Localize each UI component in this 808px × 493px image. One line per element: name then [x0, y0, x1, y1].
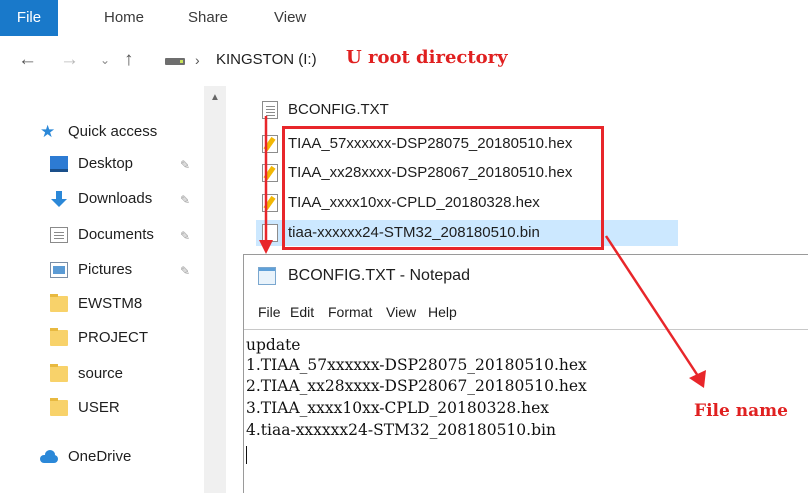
text-caret [246, 446, 247, 464]
nav-item-label: Desktop [78, 155, 134, 172]
tab-share[interactable]: Share [188, 0, 228, 36]
download-icon [50, 191, 68, 207]
nav-item-label: OneDrive [68, 448, 132, 465]
menu-edit[interactable]: Edit [290, 297, 314, 327]
up-arrow-icon[interactable]: ↑ [124, 46, 134, 74]
tab-view[interactable]: View [274, 0, 306, 36]
file-item-bconfig[interactable]: BCONFIG.TXT [256, 97, 436, 123]
tab-file[interactable]: File [0, 0, 58, 36]
folder-icon [50, 328, 68, 346]
text-line: 2.TIAA_xx28xxxx-DSP28067_20180510.hex [246, 377, 587, 395]
notepad-icon [258, 267, 276, 285]
hex-file-icon [262, 194, 278, 212]
breadcrumb-location[interactable]: KINGSTON (I:) [216, 46, 317, 74]
nav-item-label: Pictures [78, 261, 133, 278]
pictures-icon [50, 262, 68, 278]
folder-icon [50, 398, 68, 416]
nav-item-label: USER [78, 399, 120, 416]
tab-home[interactable]: Home [104, 0, 144, 36]
hex-files-highlight-box [282, 126, 604, 250]
nav-item-label: PROJECT [78, 329, 149, 346]
usb-drive-icon [165, 58, 185, 65]
text-line: 3.TIAA_xxxx10xx-CPLD_20180328.hex [246, 399, 549, 417]
nav-item-label: Documents [78, 226, 154, 243]
navigation-pane: ★ Quick access Desktop Downloads Documen… [0, 86, 210, 493]
file-name: BCONFIG.TXT [288, 101, 389, 118]
bin-file-icon [262, 224, 278, 242]
documents-icon [50, 227, 68, 243]
back-arrow-icon[interactable]: ← [18, 46, 37, 74]
menu-help[interactable]: Help [428, 297, 457, 327]
pin-icon[interactable]: ✎ [180, 193, 190, 207]
notepad-title-bar[interactable]: BCONFIG.TXT - Notepad [244, 255, 808, 297]
menu-view[interactable]: View [386, 297, 416, 327]
folder-icon [50, 364, 68, 382]
nav-item-label: Quick access [68, 123, 158, 140]
pin-icon[interactable]: ✎ [180, 264, 190, 278]
forward-arrow-icon[interactable]: → [60, 46, 79, 74]
text-line: update [246, 336, 301, 354]
cloud-icon [40, 449, 58, 465]
star-icon: ★ [40, 122, 56, 141]
menu-file[interactable]: File [258, 297, 281, 327]
notepad-menu-bar: File Edit Format View Help [244, 297, 808, 327]
ribbon-tabs: File Home Share View [0, 0, 808, 36]
recent-locations-chevron-icon[interactable]: ⌄ [100, 46, 110, 74]
hex-file-icon [262, 164, 278, 182]
text-file-icon [262, 101, 278, 119]
pin-icon[interactable]: ✎ [180, 229, 190, 243]
notepad-title: BCONFIG.TXT - Notepad [288, 267, 470, 284]
file-name-annotation: File name [694, 401, 788, 421]
notepad-window: BCONFIG.TXT - Notepad File Edit Format V… [243, 254, 808, 493]
text-line: 1.TIAA_57xxxxxx-DSP28075_20180510.hex [246, 356, 587, 374]
root-directory-annotation: U root directory [346, 47, 508, 68]
nav-item-label: EWSTM8 [78, 295, 143, 312]
menu-format[interactable]: Format [328, 297, 372, 327]
breadcrumb-separator-icon: › [195, 52, 200, 68]
nav-item-label: Downloads [78, 190, 153, 207]
pin-icon[interactable]: ✎ [180, 158, 190, 172]
scroll-up-icon[interactable]: ▲ [210, 92, 220, 103]
address-bar: ← → ⌄ ↑ › KINGSTON (I:) U root directory [0, 46, 808, 74]
navigation-pane-scrollbar[interactable]: ▲ [204, 86, 226, 493]
text-line: 4.tiaa-xxxxxx24-STM32_208180510.bin [246, 421, 556, 439]
desktop-icon [50, 156, 68, 172]
folder-icon [50, 294, 68, 312]
nav-item-label: source [78, 365, 124, 382]
hex-file-icon [262, 135, 278, 153]
